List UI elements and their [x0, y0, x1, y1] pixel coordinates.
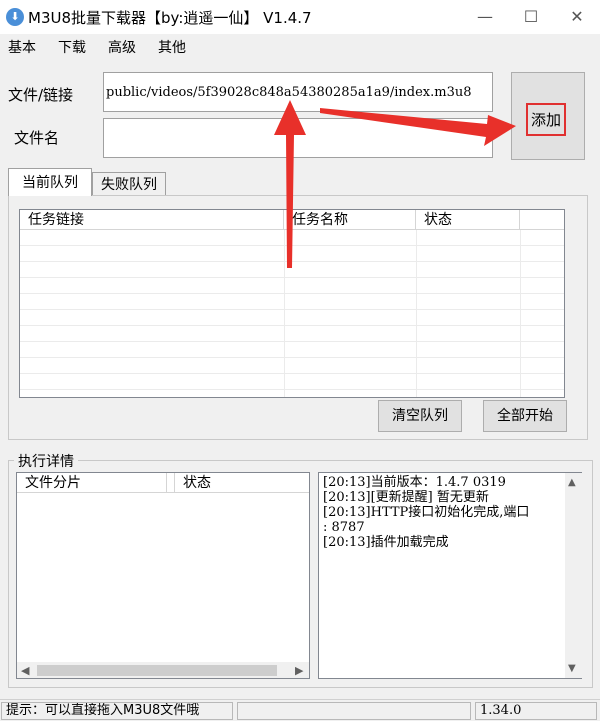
- table-row[interactable]: [20, 278, 564, 294]
- title-bar: ⬇ M3U8批量下载器【by:逍遥一仙】 V1.4.7 — ☐ ✕: [0, 0, 600, 34]
- column-file-segment[interactable]: 文件分片: [17, 473, 167, 493]
- tab-failed-queue[interactable]: 失败队列: [92, 172, 166, 196]
- log-line: [20:13]插件加载完成: [323, 535, 449, 550]
- scroll-up-icon[interactable]: ▲: [568, 477, 576, 488]
- log-line: : 8787: [323, 520, 365, 535]
- table-row[interactable]: [20, 230, 564, 246]
- table-row[interactable]: [20, 310, 564, 326]
- scrollbar-thumb[interactable]: [37, 665, 277, 676]
- minimize-button[interactable]: —: [462, 0, 508, 34]
- table-row[interactable]: [20, 358, 564, 374]
- maximize-button[interactable]: ☐: [508, 0, 554, 34]
- table-row[interactable]: [20, 326, 564, 342]
- column-task-link[interactable]: 任务链接: [20, 210, 284, 230]
- filename-label: 文件名: [14, 129, 60, 147]
- log-line: [20:13]当前版本：1.4.7 0319: [323, 475, 506, 490]
- table-row[interactable]: [20, 294, 564, 310]
- url-input-value: public/videos/5f39028c848a54380285a1a9/i…: [106, 85, 472, 100]
- column-task-name[interactable]: 任务名称: [284, 210, 416, 230]
- log-output[interactable]: [20:13]当前版本：1.4.7 0319 [20:13][更新提醒] 暂无更…: [318, 472, 582, 679]
- close-button[interactable]: ✕: [554, 0, 600, 34]
- filename-input[interactable]: [103, 118, 493, 158]
- status-bar: 提示：可以直接拖入M3U8文件哦 1.34.0: [0, 699, 600, 721]
- table-row[interactable]: [20, 342, 564, 358]
- url-label: 文件/链接: [8, 86, 74, 104]
- start-all-button[interactable]: 全部开始: [483, 400, 567, 432]
- scroll-right-icon[interactable]: ▶: [295, 664, 303, 677]
- column-empty: [520, 210, 564, 230]
- column-divider-handle[interactable]: [167, 473, 175, 493]
- window-title: M3U8批量下载器【by:逍遥一仙】 V1.4.7: [28, 9, 312, 27]
- clear-queue-button[interactable]: 清空队列: [378, 400, 462, 432]
- column-status[interactable]: 状态: [416, 210, 520, 230]
- app-download-icon: ⬇: [6, 8, 24, 26]
- log-line: [20:13]HTTP接口初始化完成,端口: [323, 505, 530, 520]
- table-row[interactable]: [20, 246, 564, 262]
- url-input[interactable]: public/videos/5f39028c848a54380285a1a9/i…: [103, 72, 493, 112]
- log-line: [20:13][更新提醒] 暂无更新: [323, 490, 489, 505]
- horizontal-scrollbar[interactable]: ◀ ▶: [17, 662, 309, 678]
- execution-details-title: 执行详情: [14, 451, 78, 471]
- table-row[interactable]: [20, 262, 564, 278]
- column-segment-status[interactable]: 状态: [175, 473, 309, 493]
- menu-bar: 基本 下载 高级 其他: [0, 34, 600, 60]
- menu-basic[interactable]: 基本: [8, 37, 36, 57]
- menu-download[interactable]: 下载: [58, 37, 86, 57]
- segment-list[interactable]: 文件分片 状态 ◀ ▶: [16, 472, 310, 679]
- tab-current-queue[interactable]: 当前队列: [8, 168, 92, 196]
- vertical-scrollbar[interactable]: ▲ ▼: [565, 473, 582, 678]
- table-row[interactable]: [20, 374, 564, 390]
- add-button[interactable]: 添加: [511, 72, 585, 160]
- menu-other[interactable]: 其他: [158, 37, 186, 57]
- task-list[interactable]: 任务链接 任务名称 状态: [19, 209, 565, 398]
- menu-advanced[interactable]: 高级: [108, 37, 136, 57]
- scroll-down-icon[interactable]: ▼: [568, 663, 576, 674]
- status-hint: 提示：可以直接拖入M3U8文件哦: [1, 702, 233, 720]
- status-empty: [237, 702, 471, 720]
- status-version: 1.34.0: [475, 702, 597, 720]
- scroll-left-icon[interactable]: ◀: [21, 664, 29, 677]
- add-button-label: 添加: [526, 103, 567, 136]
